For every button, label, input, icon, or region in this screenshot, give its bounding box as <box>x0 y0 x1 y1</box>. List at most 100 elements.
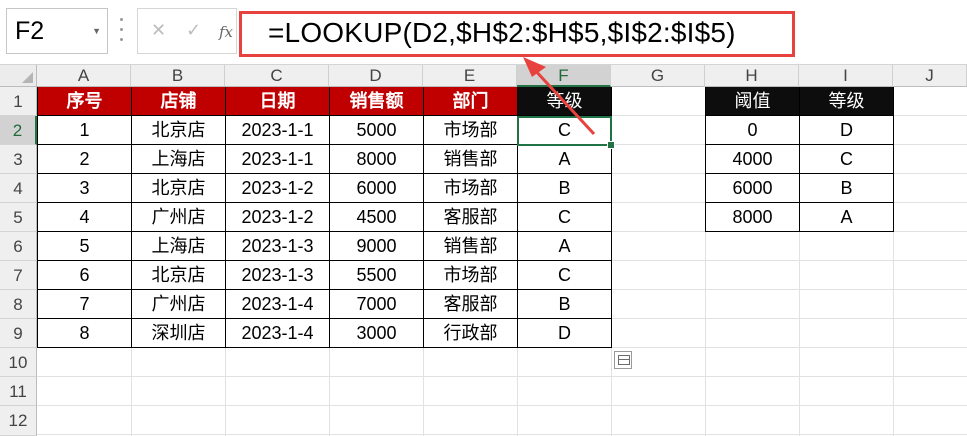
row-header-5[interactable]: 5 <box>0 203 37 232</box>
lookup-cell-threshold[interactable]: 8000 <box>705 203 800 232</box>
lookup-cell-threshold[interactable]: 0 <box>705 116 800 145</box>
row-header-1[interactable]: 1 <box>0 87 37 116</box>
lookup-cell-grade[interactable]: D <box>800 116 894 145</box>
column-header-a[interactable]: A <box>37 65 131 87</box>
lookup-cell-threshold[interactable]: 4000 <box>705 145 800 174</box>
cell-store[interactable]: 深圳店 <box>132 319 226 348</box>
row-header-4[interactable]: 4 <box>0 174 37 203</box>
column-header-d[interactable]: D <box>329 65 423 87</box>
cell-store[interactable]: 北京店 <box>132 116 226 145</box>
select-all-button[interactable] <box>0 65 37 87</box>
cell-dept[interactable]: 销售部 <box>424 232 518 261</box>
cell-sales[interactable]: 7000 <box>330 290 424 319</box>
cell-sales[interactable]: 3000 <box>330 319 424 348</box>
cell-store[interactable]: 北京店 <box>132 174 226 203</box>
formula-buttons: ✕ ✓ fx <box>137 8 237 54</box>
cell-date[interactable]: 2023-1-1 <box>226 116 330 145</box>
header-cell-sales[interactable]: 销售额 <box>330 87 424 116</box>
cell-store[interactable]: 广州店 <box>132 290 226 319</box>
cell-sales[interactable]: 8000 <box>330 145 424 174</box>
cell-grade[interactable]: B <box>518 290 612 319</box>
header-cell-grade[interactable]: 等级 <box>518 87 612 116</box>
gridline-horizontal <box>37 434 967 435</box>
column-header-h[interactable]: H <box>705 65 799 87</box>
row-header-2[interactable]: 2 <box>0 116 37 145</box>
cell-date[interactable]: 2023-1-1 <box>226 145 330 174</box>
name-box[interactable]: F2 ▼ <box>6 8 108 54</box>
column-header-c[interactable]: C <box>225 65 329 87</box>
column-header-j[interactable]: J <box>893 65 967 87</box>
lookup-cell-grade[interactable]: A <box>800 203 894 232</box>
cell-index[interactable]: 3 <box>37 174 132 203</box>
cell-date[interactable]: 2023-1-4 <box>226 290 330 319</box>
row-header-10[interactable]: 10 <box>0 348 37 377</box>
cell-store[interactable]: 上海店 <box>132 145 226 174</box>
header-cell-date[interactable]: 日期 <box>226 87 330 116</box>
row-header-11[interactable]: 11 <box>0 377 37 406</box>
lookup-cell-grade[interactable]: C <box>800 145 894 174</box>
cell-grade[interactable]: C <box>518 203 612 232</box>
cell-store[interactable]: 广州店 <box>132 203 226 232</box>
quick-analysis-icon[interactable] <box>614 351 632 369</box>
cancel-icon[interactable]: ✕ <box>151 20 166 41</box>
column-header-e[interactable]: E <box>423 65 517 87</box>
lookup-cell-threshold[interactable]: 6000 <box>705 174 800 203</box>
row-header-8[interactable]: 8 <box>0 290 37 319</box>
cell-date[interactable]: 2023-1-4 <box>226 319 330 348</box>
cell-store[interactable]: 北京店 <box>132 261 226 290</box>
cell-index[interactable]: 7 <box>37 290 132 319</box>
column-header-i[interactable]: I <box>799 65 893 87</box>
cell-dept[interactable]: 销售部 <box>424 145 518 174</box>
header-cell-dept[interactable]: 部门 <box>424 87 518 116</box>
cell-date[interactable]: 2023-1-2 <box>226 174 330 203</box>
column-header-b[interactable]: B <box>131 65 225 87</box>
cell-sales[interactable]: 4500 <box>330 203 424 232</box>
cell-index[interactable]: 1 <box>37 116 132 145</box>
formula-text: =LOOKUP(D2,$H$2:$H$5,$I$2:$I$5) <box>268 17 736 48</box>
drag-handle-icon[interactable] <box>119 18 125 44</box>
lookup-header-threshold[interactable]: 阈值 <box>705 87 800 116</box>
row-header-9[interactable]: 9 <box>0 319 37 348</box>
cell-dept[interactable]: 客服部 <box>424 203 518 232</box>
cell-sales[interactable]: 6000 <box>330 174 424 203</box>
cell-dept[interactable]: 市场部 <box>424 116 518 145</box>
cell-grade[interactable]: C <box>518 261 612 290</box>
cell-index[interactable]: 2 <box>37 145 132 174</box>
cell-dept[interactable]: 市场部 <box>424 261 518 290</box>
header-cell-store[interactable]: 店铺 <box>132 87 226 116</box>
chevron-down-icon[interactable]: ▼ <box>92 26 101 36</box>
cell-sales[interactable]: 5500 <box>330 261 424 290</box>
cell-store[interactable]: 上海店 <box>132 232 226 261</box>
cell-grade[interactable]: D <box>518 319 612 348</box>
cell-date[interactable]: 2023-1-2 <box>226 203 330 232</box>
cell-index[interactable]: 6 <box>37 261 132 290</box>
gridline-horizontal <box>37 376 967 377</box>
cell-grade[interactable]: B <box>518 174 612 203</box>
formula-input[interactable]: =LOOKUP(D2,$H$2:$H$5,$I$2:$I$5) <box>239 11 795 57</box>
lookup-cell-grade[interactable]: B <box>800 174 894 203</box>
cell-dept[interactable]: 客服部 <box>424 290 518 319</box>
cell-grade[interactable]: A <box>518 145 612 174</box>
column-header-f[interactable]: F <box>517 65 611 87</box>
cell-dept[interactable]: 市场部 <box>424 174 518 203</box>
row-header-12[interactable]: 12 <box>0 406 37 436</box>
cell-index[interactable]: 5 <box>37 232 132 261</box>
cell-dept[interactable]: 行政部 <box>424 319 518 348</box>
cell-index[interactable]: 4 <box>37 203 132 232</box>
cell-date[interactable]: 2023-1-3 <box>226 232 330 261</box>
active-cell-selection[interactable] <box>517 116 615 149</box>
column-header-g[interactable]: G <box>611 65 705 87</box>
row-header-6[interactable]: 6 <box>0 232 37 261</box>
formula-bar-area: F2 ▼ ✕ ✓ fx =LOOKUP(D2,$H$2:$H$5,$I$2:$I… <box>0 0 967 64</box>
cell-sales[interactable]: 9000 <box>330 232 424 261</box>
cell-sales[interactable]: 5000 <box>330 116 424 145</box>
cell-date[interactable]: 2023-1-3 <box>226 261 330 290</box>
insert-function-icon[interactable]: fx <box>219 23 233 41</box>
lookup-header-grade[interactable]: 等级 <box>800 87 894 116</box>
row-header-3[interactable]: 3 <box>0 145 37 174</box>
row-header-7[interactable]: 7 <box>0 261 37 290</box>
cell-index[interactable]: 8 <box>37 319 132 348</box>
cell-grade[interactable]: A <box>518 232 612 261</box>
header-cell-index[interactable]: 序号 <box>37 87 132 116</box>
enter-icon[interactable]: ✓ <box>186 20 201 41</box>
